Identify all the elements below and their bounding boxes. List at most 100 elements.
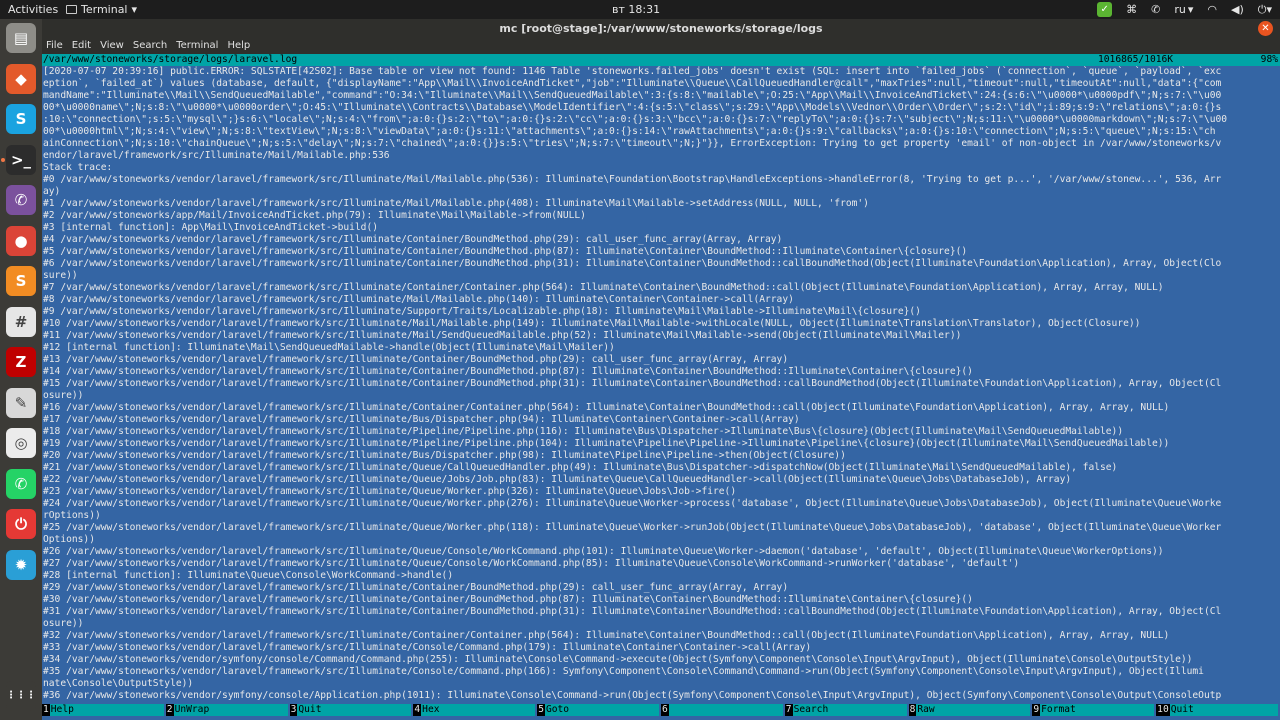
menu-item-terminal[interactable]: Terminal [176, 38, 218, 54]
skype-icon[interactable]: S [6, 104, 36, 134]
viber-icon[interactable]: ✆ [6, 185, 36, 215]
log-line: #19 /var/www/stoneworks/vendor/laravel/f… [43, 438, 1170, 449]
menu-bar: File Edit View Search Terminal Help [42, 38, 1280, 54]
scroll-percent: 98% [1260, 54, 1278, 65]
notes-icon[interactable]: ✎ [6, 387, 36, 418]
log-line: #10 /var/www/stoneworks/vendor/laravel/f… [43, 318, 1141, 329]
filezilla-icon[interactable]: Z [6, 347, 36, 377]
fkey-4[interactable]: 4 Hex [413, 704, 537, 716]
fkey-label: Raw [916, 704, 1031, 716]
settings-icon[interactable]: ✹ [6, 549, 36, 580]
log-line: nate\Console\OutputStyle)) [43, 678, 194, 689]
log-line: #36 /var/www/stoneworks/vendor/symfony/c… [43, 690, 1222, 701]
activities-button[interactable]: Activities [8, 3, 58, 16]
fkey-8[interactable]: 8 Raw [908, 704, 1033, 716]
fkey-number: 2 [165, 704, 174, 716]
log-line: #2 /var/www/stoneworks/app/Mail/InvoiceA… [43, 210, 586, 221]
clock[interactable]: вт 18:31 [612, 3, 660, 16]
screenshot-icon[interactable]: ◎ [6, 428, 36, 458]
log-line: mandName":"Illuminate\\Mail\\SendQueuedM… [43, 90, 1222, 101]
wifi-icon[interactable]: ◠ [1207, 3, 1217, 16]
log-line: Stack trace: [43, 162, 113, 173]
log-line: #30 /var/www/stoneworks/vendor/laravel/f… [43, 594, 973, 605]
volume-icon[interactable]: ◀) [1231, 3, 1244, 16]
fkey-5[interactable]: 5 Goto [537, 704, 661, 716]
chevron-down-icon: ▾ [1187, 3, 1194, 16]
fkey-label: Quit [1169, 704, 1278, 716]
log-content[interactable]: [2020-07-07 20:39:16] public.ERROR: SQLS… [42, 66, 1280, 720]
chrome-icon[interactable]: ● [6, 225, 36, 256]
fkey-1[interactable]: 1 Help [42, 704, 166, 716]
fkey-label: Format [1040, 704, 1155, 716]
apps-grid-icon[interactable]: ⋮⋮⋮ [6, 681, 36, 711]
log-line: #33 /var/www/stoneworks/vendor/laravel/f… [43, 642, 812, 653]
fkey-6[interactable]: 6 [660, 704, 785, 716]
log-line: #4 /var/www/stoneworks/vendor/laravel/fr… [43, 234, 783, 245]
menu-item-file[interactable]: File [46, 38, 63, 54]
log-line: #34 /var/www/stoneworks/vendor/symfony/c… [43, 654, 1193, 665]
close-icon[interactable]: ✕ [1258, 21, 1273, 36]
whatsapp-icon[interactable]: ✆ [6, 468, 36, 499]
viber-tray-icon[interactable]: ✆ [1151, 3, 1160, 16]
window-titlebar[interactable]: mc [root@stage]:/var/www/stoneworks/stor… [42, 19, 1280, 38]
power-menu-icon[interactable]: ⏻▾ [1258, 3, 1272, 17]
terminal-icon[interactable]: >_ [6, 144, 36, 175]
update-check-icon[interactable]: ✓ [1097, 2, 1113, 17]
log-line: eption`, `failed_at`) values (database, … [43, 78, 1222, 89]
log-line: #24 /var/www/stoneworks/vendor/laravel/f… [43, 498, 1222, 509]
fkey-label: Quit [297, 704, 412, 716]
fkey-10[interactable]: 10 Quit [1156, 704, 1280, 716]
log-line: #9 /var/www/stoneworks/vendor/laravel/fr… [43, 306, 921, 317]
fkey-number: 5 [537, 704, 545, 716]
language-switcher[interactable]: ru ▾ [1174, 3, 1193, 16]
power-icon[interactable]: ⏻ [6, 509, 36, 539]
fkey-label: Search [792, 704, 907, 716]
log-line: #15 /var/www/stoneworks/vendor/laravel/f… [43, 378, 1222, 389]
fkey-7[interactable]: 7 Search [784, 704, 909, 716]
fkey-label [668, 704, 783, 716]
viewer-header: /var/www/stoneworks/storage/logs/laravel… [42, 54, 1280, 66]
fkey-number: 8 [908, 704, 917, 716]
software-icon[interactable]: ◆ [6, 63, 36, 94]
fkey-label: Help [49, 704, 164, 716]
log-line: #13 /var/www/stoneworks/vendor/laravel/f… [43, 354, 789, 365]
active-indicator [1, 157, 5, 162]
fkey-9[interactable]: 9 Format [1032, 704, 1156, 716]
files-icon[interactable]: ▤ [6, 23, 36, 53]
log-line: sure)) [43, 270, 78, 281]
system-tray: ✓ ⌘ ✆ ru ▾ ◠ ◀) ⏻▾ [1097, 1, 1272, 18]
sublime-icon[interactable]: S [6, 266, 36, 296]
log-line: #31 /var/www/stoneworks/vendor/laravel/f… [43, 606, 1222, 617]
slack-icon[interactable]: # [6, 306, 36, 337]
menu-item-view[interactable]: View [100, 38, 124, 54]
network-tray-icon[interactable]: ⌘ [1126, 3, 1137, 16]
log-line: #26 /var/www/stoneworks/vendor/laravel/f… [43, 546, 1164, 557]
log-line: #20 /var/www/stoneworks/vendor/laravel/f… [43, 450, 846, 461]
log-line: #12 [internal function]: Illuminate\Mail… [43, 342, 615, 353]
log-line: #6 /var/www/stoneworks/vendor/laravel/fr… [43, 258, 1222, 269]
log-line: #7 /var/www/stoneworks/vendor/laravel/fr… [43, 282, 1164, 293]
log-line: 00*\u0000html\";N;s:4:\"view\";N;s:8:\"t… [43, 126, 1216, 137]
log-line: #16 /var/www/stoneworks/vendor/laravel/f… [43, 402, 1170, 413]
fkey-2[interactable]: 2 UnWrap [165, 704, 290, 716]
menu-item-help[interactable]: Help [227, 38, 250, 54]
fkey-3[interactable]: 3 Quit [289, 704, 414, 716]
log-line: #27 /var/www/stoneworks/vendor/laravel/f… [43, 558, 1020, 569]
app-menu[interactable]: Terminal ▾ [66, 3, 137, 16]
menu-item-edit[interactable]: Edit [72, 38, 91, 54]
fkey-number: 4 [413, 704, 422, 716]
log-line: [2020-07-07 20:39:16] public.ERROR: SQLS… [43, 66, 1222, 77]
log-line: #25 /var/www/stoneworks/vendor/laravel/f… [43, 522, 1222, 533]
menu-item-search[interactable]: Search [133, 38, 167, 54]
log-line: #5 /var/www/stoneworks/vendor/laravel/fr… [43, 246, 968, 257]
log-line: osure)) [43, 390, 84, 401]
log-line: #28 [internal function]: Illuminate\Queu… [43, 570, 454, 581]
fkey-label: UnWrap [173, 704, 288, 716]
fkey-label: Goto [544, 704, 659, 716]
log-line: ay) [43, 186, 61, 197]
log-line: #8 /var/www/stoneworks/vendor/laravel/fr… [43, 294, 794, 305]
log-line: 00*\u0000name\";N;s:8:\"\u0000*\u0000ord… [43, 102, 1222, 113]
fkey-number: 6 [660, 704, 669, 716]
log-line: :10:\"connection\";s:5:\"mysql\";}s:6:\"… [43, 114, 1228, 125]
fkey-number: 7 [784, 704, 793, 716]
